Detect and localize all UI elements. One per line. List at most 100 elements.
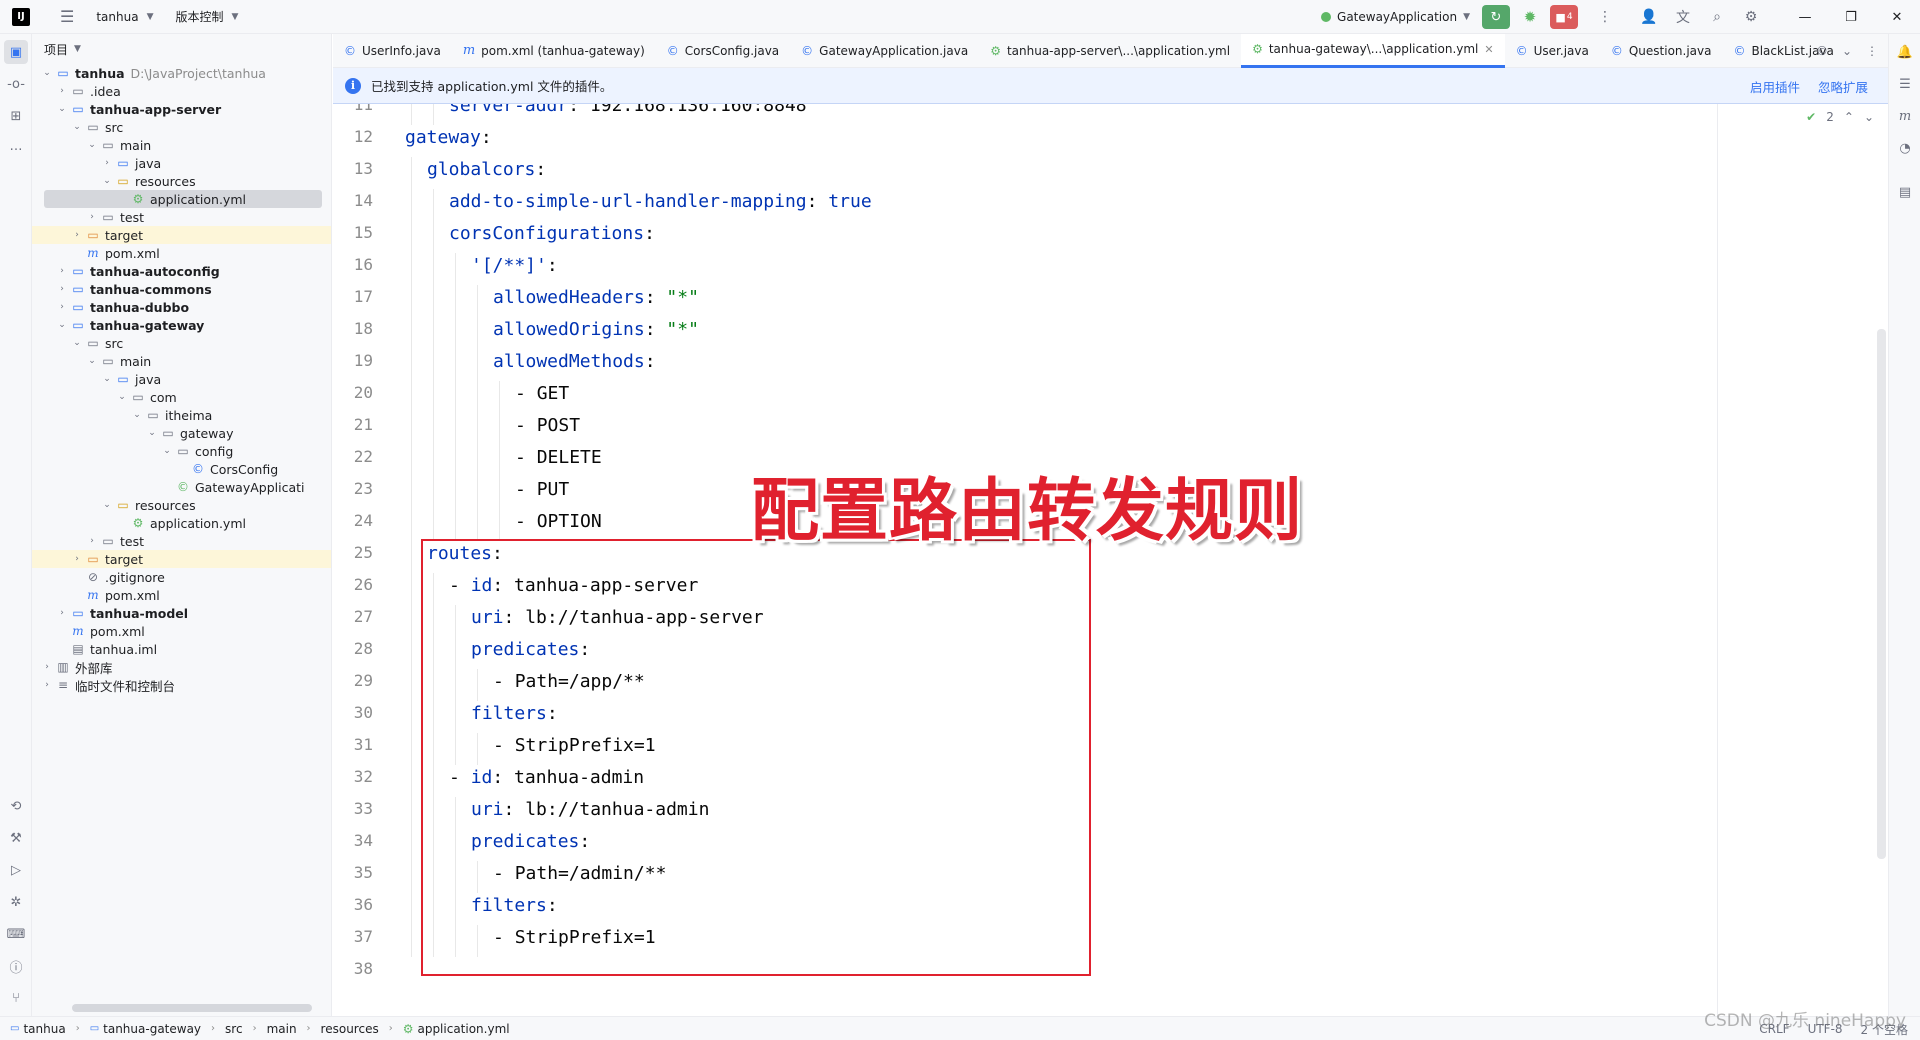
tree-item[interactable]: ⊘ .gitignore [32,568,331,586]
tree-item[interactable]: © GatewayApplicati [32,478,331,496]
tab-more-actions-icon[interactable]: ⋮ [1866,44,1878,58]
code-line[interactable]: server-addr: 192.168.136.160:8848 [449,104,807,116]
expand-closed-icon[interactable]: › [70,554,84,564]
inspection-widget[interactable]: ✔ 2 ⌃ ⌄ [1806,110,1874,124]
vcs-menu[interactable]: 版本控制 ▼ [176,8,239,25]
expand-open-icon[interactable]: ⌄ [70,122,84,132]
expand-open-icon[interactable]: ⌄ [100,176,114,186]
build-tool-icon[interactable]: ⚒ [4,826,28,850]
breadcrumb-item[interactable]: tanhua-gateway [103,1022,201,1036]
breadcrumb-item[interactable]: application.yml [417,1022,509,1036]
code-line[interactable]: - PUT [515,479,569,500]
tree-item[interactable]: ⌄ ▭ tanhua-gateway [32,316,331,334]
settings-gear-icon[interactable]: ⚙ [1734,9,1768,25]
enable-plugins-link[interactable]: 启用插件 [1750,77,1800,96]
expand-open-icon[interactable]: ⌄ [85,356,99,366]
notifications-icon[interactable]: 🔔 [1893,40,1917,64]
code-line[interactable]: allowedOrigins: "*" [493,319,699,340]
expand-closed-icon[interactable]: › [40,680,54,690]
breadcrumb-item[interactable]: src [225,1022,243,1036]
translation-panel-icon[interactable]: ▤ [1893,180,1917,204]
breadcrumb-item[interactable]: resources [321,1022,379,1036]
tree-item[interactable]: ⌄ ▭ src [32,118,331,136]
rerun-button[interactable]: ↻ [1482,5,1510,29]
code-line[interactable]: - OPTION [515,511,602,532]
breadcrumb-item[interactable]: main [267,1022,297,1036]
expand-open-icon[interactable]: ⌄ [130,410,144,420]
code-line[interactable]: allowedHeaders: "*" [493,287,699,308]
tree-item[interactable]: ⌄ ▭ resources [32,496,331,514]
code-line[interactable]: - POST [515,415,580,436]
expand-open-icon[interactable]: ⌄ [55,104,69,114]
chevron-down-icon[interactable]: ⌄ [1864,110,1874,124]
tree-item[interactable]: © CorsConfig [32,460,331,478]
editor-tab[interactable]: ⚙ tanhua-gateway\...\application.yml ✕ [1241,33,1505,68]
more-tools-icon[interactable]: … [4,134,28,158]
expand-open-icon[interactable]: ⌄ [55,320,69,330]
expand-closed-icon[interactable]: › [55,302,69,312]
expand-closed-icon[interactable]: › [55,266,69,276]
tree-item[interactable]: › ▭ target [32,550,331,568]
expand-closed-icon[interactable]: › [55,608,69,618]
tree-item[interactable]: › ▭ tanhua-autoconfig [32,262,331,280]
project-switcher[interactable]: tanhua ▼ [96,10,153,24]
stop-button[interactable]: ■ 4 [1550,5,1578,29]
code-line[interactable]: add-to-simple-url-handler-mapping: true [449,191,872,212]
vertical-scrollbar[interactable] [1877,329,1886,859]
expand-open-icon[interactable]: ⌄ [70,338,84,348]
tree-item[interactable]: ⌄ ▭ tanhua-app-server [32,100,331,118]
expand-open-icon[interactable]: ⌄ [145,428,159,438]
editor-tab[interactable]: © GatewayApplication.java [790,34,979,68]
tree-item[interactable]: ⌄ ▭ java [32,370,331,388]
editor-tab[interactable]: © UserInfo.java [333,34,452,68]
tree-item[interactable]: m pom.xml [32,586,331,604]
tree-item[interactable]: ⚙ application.yml [32,514,331,532]
project-panel-header[interactable]: 项目 ▼ [32,34,331,64]
expand-closed-icon[interactable]: › [55,86,69,96]
tree-item[interactable]: › ▭ tanhua-model [32,604,331,622]
tree-item[interactable]: › ▥ 外部库 [32,658,331,676]
tab-list-chevron-icon[interactable]: ⌄ [1842,44,1852,58]
tree-item[interactable]: ⌄ ▭ com [32,388,331,406]
editor-tab[interactable]: ⚙ tanhua-app-server\...\application.yml [979,34,1241,68]
tree-item[interactable]: › ▭ target [32,226,331,244]
tree-item[interactable]: ⌄ ▭ main [32,136,331,154]
close-window-button[interactable]: ✕ [1874,10,1920,25]
tree-item[interactable]: ⌄ ▭ itheima [32,406,331,424]
tree-item[interactable]: › ▭ tanhua-dubbo [32,298,331,316]
tree-item[interactable]: › ≡ 临时文件和控制台 [32,676,331,694]
more-actions-icon[interactable]: ⋮ [1588,9,1622,25]
expand-closed-icon[interactable]: › [100,158,114,168]
tree-item[interactable]: › ▭ tanhua-commons [32,280,331,298]
tree-item[interactable]: m pom.xml [32,622,331,640]
minimize-button[interactable]: — [1782,10,1828,25]
run-tool-icon[interactable]: ▷ [4,858,28,882]
main-menu-icon[interactable]: ☰ [60,7,74,26]
tree-item[interactable]: ⌄ ▭ resources [32,172,331,190]
database-icon[interactable]: ☰ [1893,72,1917,96]
tree-item[interactable]: ⌄ ▭ src [32,334,331,352]
translate-icon[interactable]: 文 [1666,7,1700,27]
editor-tab[interactable]: © CorsConfig.java [656,34,790,68]
tree-item[interactable]: › ▭ test [32,532,331,550]
expand-open-icon[interactable]: ⌄ [115,392,129,402]
tree-item[interactable]: ⌄ ▭ tanhua D:\JavaProject\tanhua [32,64,331,82]
problems-tool-icon[interactable]: ⓘ [4,954,28,978]
expand-open-icon[interactable]: ⌄ [85,140,99,150]
terminal-tool-icon[interactable]: ⌨ [4,922,28,946]
code-line[interactable]: '[/**]': [471,255,558,276]
project-tool-icon[interactable]: ▣ [4,40,28,64]
editor-tab[interactable]: © Question.java [1600,34,1723,68]
run-config-selector[interactable]: GatewayApplication ▼ [1321,10,1470,24]
account-icon[interactable]: 👤 [1632,9,1666,25]
editor-tab[interactable]: © User.java [1505,34,1600,68]
ignore-extensions-link[interactable]: 忽略扩展 [1818,77,1868,96]
tree-item[interactable]: ⌄ ▭ config [32,442,331,460]
search-icon[interactable]: ⌕ [1700,9,1734,25]
git-tool-icon[interactable]: ⑂ [4,986,28,1010]
tree-item[interactable]: › ▭ java [32,154,331,172]
code-line[interactable]: gateway: [405,127,492,148]
horizontal-scrollbar[interactable] [72,1004,312,1012]
expand-open-icon[interactable]: ⌄ [100,500,114,510]
commit-tool-icon[interactable]: -o- [4,72,28,96]
